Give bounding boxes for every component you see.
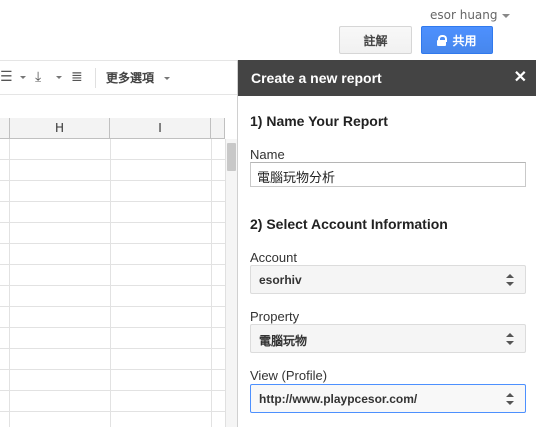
grid-line [0, 264, 225, 265]
close-icon[interactable]: ✕ [514, 67, 527, 87]
grid-line [9, 139, 10, 427]
name-label: Name [250, 147, 285, 162]
grid-line [0, 390, 225, 391]
wrap-text-icon[interactable]: ≣ [71, 70, 83, 84]
report-sidebar: Create a new report ✕ 1) Name Your Repor… [237, 60, 536, 427]
report-name-input[interactable]: 電腦玩物分析 [250, 162, 526, 187]
select-arrows-icon [506, 333, 514, 345]
account-label: Account [250, 250, 297, 265]
scrollbar-thumb[interactable] [227, 143, 236, 171]
grid-line [0, 180, 225, 181]
grid-line [0, 369, 225, 370]
property-value: 電腦玩物 [259, 334, 308, 348]
chevron-down-icon[interactable] [20, 76, 26, 79]
select-arrows-icon [506, 393, 514, 405]
grid-line [0, 411, 225, 412]
toolbar-divider [95, 68, 96, 88]
grid-line [0, 243, 225, 244]
formatting-toolbar: ☰ ⤓ ≣ 更多選項 [0, 60, 237, 95]
lock-icon [437, 34, 448, 46]
chevron-down-icon [501, 14, 510, 18]
spreadsheet-grid[interactable]: H I [0, 96, 237, 427]
user-account-menu[interactable]: esor huang [430, 8, 510, 22]
sidebar-title: Create a new report [251, 70, 382, 86]
grid-line [0, 327, 225, 328]
share-label: 共用 [452, 33, 477, 48]
more-options-label: 更多選項 [106, 71, 155, 85]
share-button[interactable]: 共用 [421, 26, 493, 54]
grid-line [0, 159, 225, 160]
account-select[interactable]: esorhiv [250, 265, 526, 294]
section-account-heading: 2) Select Account Information [250, 216, 448, 232]
column-header-partial[interactable] [0, 118, 10, 139]
section-name-heading: 1) Name Your Report [250, 113, 388, 129]
grid-line [0, 285, 225, 286]
grid-line [0, 348, 225, 349]
vertical-scrollbar[interactable] [225, 139, 237, 427]
align-left-icon[interactable]: ☰ [0, 70, 13, 84]
top-header: esor huang 註解 共用 [0, 0, 536, 60]
grid-line [0, 201, 225, 202]
column-header-partial[interactable] [211, 118, 225, 139]
user-name: esor huang [430, 8, 498, 22]
column-header-i[interactable]: I [110, 118, 211, 139]
more-options-button[interactable]: 更多選項 [106, 69, 171, 86]
column-header-h[interactable]: H [10, 118, 110, 139]
view-label: View (Profile) [250, 368, 328, 383]
sidebar-header: Create a new report ✕ [238, 60, 536, 96]
valign-bottom-icon[interactable]: ⤓ [35, 70, 41, 84]
view-select[interactable]: http://www.playpcesor.com/ [250, 384, 526, 413]
property-label: Property [250, 309, 300, 324]
grid-line [0, 306, 225, 307]
grid-line [211, 139, 212, 427]
account-value: esorhiv [259, 273, 302, 287]
grid-line [0, 222, 225, 223]
chevron-down-icon [164, 77, 171, 80]
select-arrows-icon [506, 274, 514, 286]
view-value: http://www.playpcesor.com/ [259, 392, 418, 406]
chevron-down-icon[interactable] [56, 76, 62, 79]
grid-line [110, 139, 111, 427]
comments-button[interactable]: 註解 [339, 26, 412, 54]
property-select[interactable]: 電腦玩物 [250, 324, 526, 353]
